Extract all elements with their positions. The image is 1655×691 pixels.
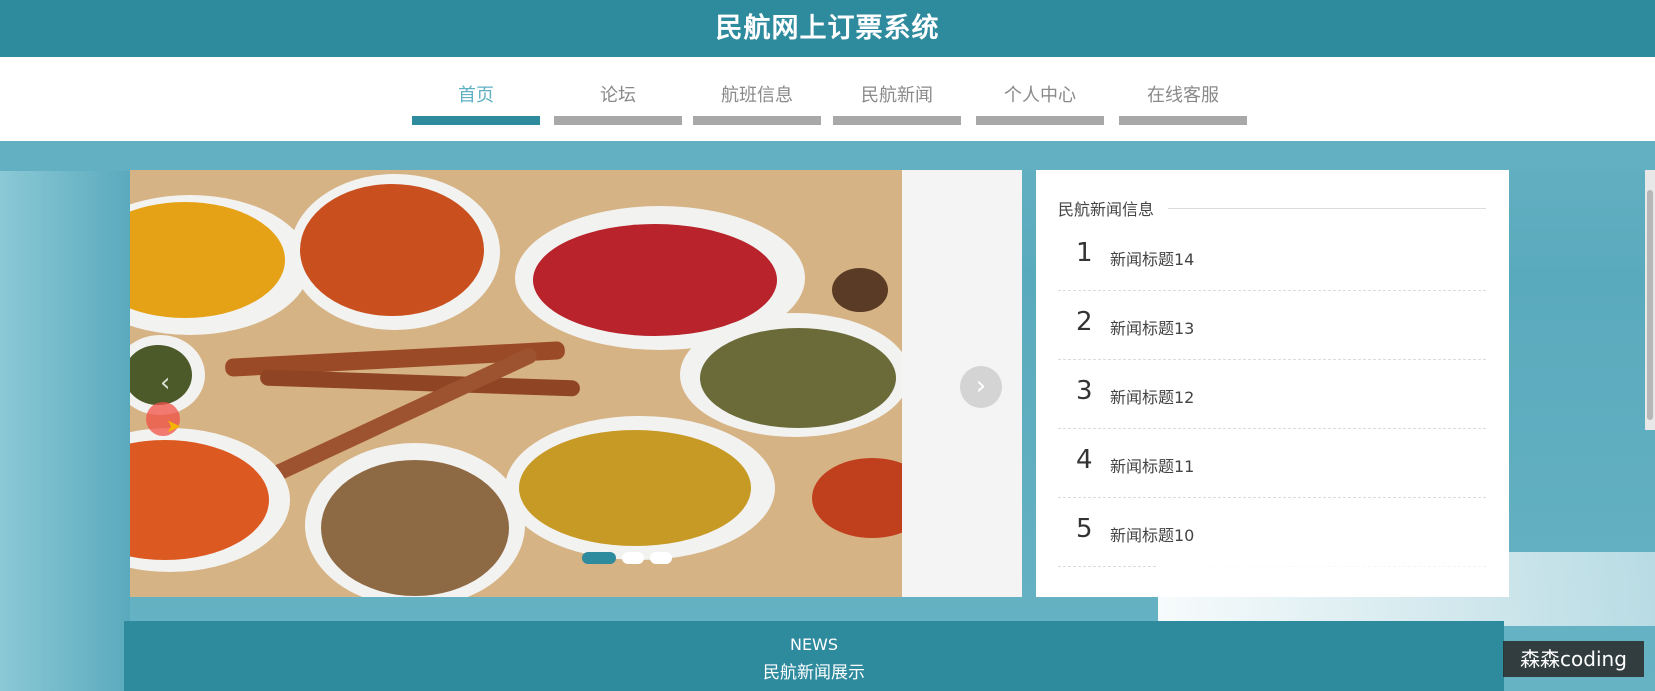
cursor-icon: ➤ bbox=[166, 416, 182, 437]
news-section-cn: 民航新闻展示 bbox=[763, 663, 865, 683]
nav-item-label: 航班信息 bbox=[721, 85, 793, 106]
overlay-fade bbox=[1158, 552, 1655, 626]
image-carousel[interactable]: ‹ ➤ › bbox=[130, 170, 1022, 597]
news-panel: 民航新闻信息 1 新闻标题14 2 新闻标题13 3 新闻标题12 4 新闻标题… bbox=[1036, 170, 1509, 597]
carousel-dot-1[interactable] bbox=[582, 552, 616, 564]
news-index: 3 bbox=[1076, 376, 1093, 406]
nav-item-label: 个人中心 bbox=[1004, 85, 1076, 106]
nav-item-underline bbox=[693, 116, 821, 125]
spices-photo bbox=[130, 170, 902, 597]
news-link[interactable]: 新闻标题14 bbox=[1110, 246, 1194, 270]
chevron-right-icon[interactable]: › bbox=[960, 366, 1002, 408]
list-item[interactable]: 2 新闻标题13 bbox=[1058, 291, 1486, 360]
watermark: 森森coding bbox=[1503, 641, 1644, 677]
news-index: 2 bbox=[1076, 307, 1093, 337]
site-title: 民航网上订票系统 bbox=[715, 13, 940, 44]
list-item[interactable]: 1 新闻标题14 bbox=[1058, 222, 1486, 291]
news-link[interactable]: 新闻标题12 bbox=[1110, 384, 1194, 408]
nav-item-label: 首页 bbox=[458, 85, 494, 106]
carousel-slide-image: ‹ ➤ bbox=[130, 170, 902, 597]
chevron-left-icon[interactable]: ‹ bbox=[160, 368, 170, 398]
scrollbar-thumb[interactable] bbox=[1647, 190, 1653, 420]
news-index: 5 bbox=[1076, 514, 1093, 544]
nav-item-profile[interactable]: 个人中心 bbox=[976, 57, 1104, 129]
nav-item-news[interactable]: 民航新闻 bbox=[833, 57, 961, 129]
news-list: 1 新闻标题14 2 新闻标题13 3 新闻标题12 4 新闻标题11 5 新闻… bbox=[1058, 222, 1486, 567]
news-index: 4 bbox=[1076, 445, 1093, 475]
news-panel-title: 民航新闻信息 bbox=[1058, 200, 1155, 219]
list-item[interactable]: 3 新闻标题12 bbox=[1058, 360, 1486, 429]
news-link[interactable]: 新闻标题13 bbox=[1110, 315, 1194, 339]
nav-item-underline bbox=[833, 116, 961, 125]
nav-item-underline bbox=[554, 116, 682, 125]
nav-item-support[interactable]: 在线客服 bbox=[1119, 57, 1247, 129]
nav-item-label: 论坛 bbox=[600, 85, 636, 106]
list-item[interactable]: 4 新闻标题11 bbox=[1058, 429, 1486, 498]
nav-item-forum[interactable]: 论坛 bbox=[554, 57, 682, 129]
main-nav: 首页 论坛 航班信息 民航新闻 个人中心 在线客服 bbox=[0, 57, 1655, 141]
carousel-dot-2[interactable] bbox=[622, 552, 644, 564]
carousel-dot-3[interactable] bbox=[650, 552, 672, 564]
news-link[interactable]: 新闻标题11 bbox=[1110, 453, 1194, 477]
news-section-en: NEWS bbox=[789, 635, 839, 654]
divider bbox=[1168, 208, 1486, 209]
nav-item-underline bbox=[412, 116, 540, 125]
news-section-header: NEWS 民航新闻展示 bbox=[124, 621, 1504, 691]
nav-divider-band bbox=[0, 141, 1655, 171]
left-gradient bbox=[0, 171, 130, 691]
nav-item-underline bbox=[1119, 116, 1247, 125]
site-header: 民航网上订票系统 bbox=[0, 0, 1655, 57]
nav-item-label: 在线客服 bbox=[1147, 85, 1219, 106]
nav-item-home[interactable]: 首页 bbox=[412, 57, 540, 129]
news-index: 1 bbox=[1076, 238, 1093, 268]
carousel-pagination bbox=[582, 552, 672, 570]
page-scrollbar[interactable] bbox=[1645, 170, 1655, 430]
nav-item-label: 民航新闻 bbox=[861, 85, 933, 106]
nav-item-underline bbox=[976, 116, 1104, 125]
news-link[interactable]: 新闻标题10 bbox=[1110, 522, 1194, 546]
nav-item-flights[interactable]: 航班信息 bbox=[693, 57, 821, 129]
